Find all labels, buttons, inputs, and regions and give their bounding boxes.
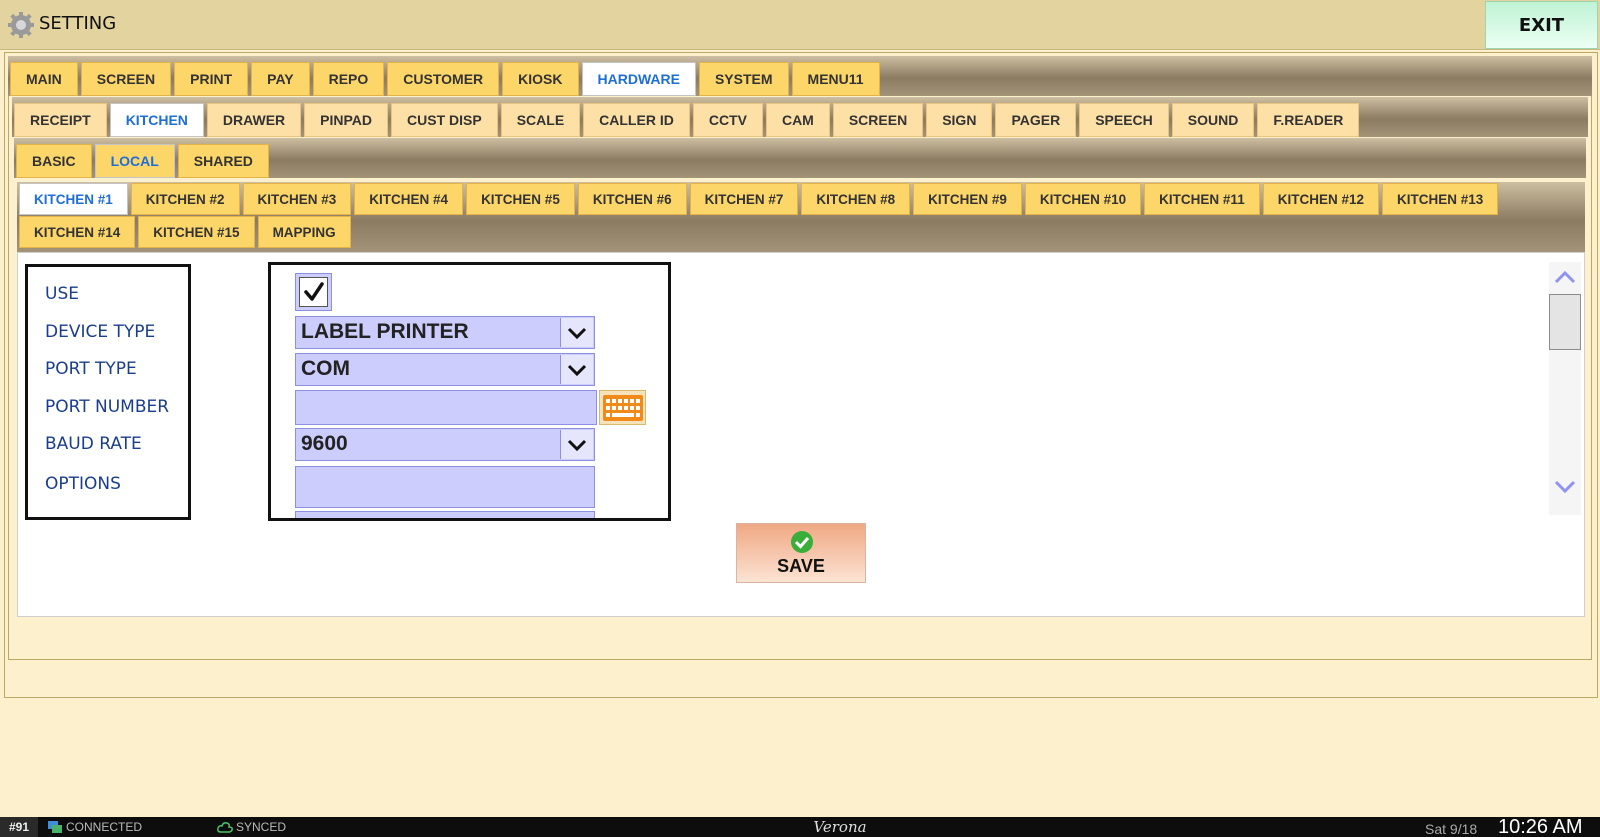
tab-hw-drawer[interactable]: DRAWER bbox=[206, 103, 302, 137]
tab-print[interactable]: PRINT bbox=[174, 62, 249, 96]
tab-hw-kitchen[interactable]: KITCHEN bbox=[109, 103, 204, 137]
status-date: Sat 9/18 bbox=[1425, 821, 1478, 837]
tab-kitchen-8[interactable]: KITCHEN #8 bbox=[801, 183, 911, 215]
tab-kitchen-10[interactable]: KITCHEN #10 bbox=[1024, 183, 1142, 215]
tab-screen[interactable]: SCREEN bbox=[80, 62, 172, 96]
tab-mapping[interactable]: MAPPING bbox=[257, 216, 351, 248]
checkmark-icon bbox=[303, 282, 324, 301]
use-label: USE bbox=[45, 284, 79, 304]
tab-hw-scale[interactable]: SCALE bbox=[500, 103, 581, 137]
tab-kitchen-14[interactable]: KITCHEN #14 bbox=[19, 216, 136, 248]
save-label: SAVE bbox=[777, 556, 825, 576]
status-time: 10:26 AM bbox=[1498, 816, 1583, 837]
kitchen-mode-tab-bar: BASIC LOCAL SHARED bbox=[14, 138, 1586, 178]
tab-kitchen-13[interactable]: KITCHEN #13 bbox=[1381, 183, 1499, 215]
tab-hw-caller-id[interactable]: CALLER ID bbox=[583, 103, 690, 137]
tab-mode-local[interactable]: LOCAL bbox=[94, 144, 175, 178]
options-input[interactable] bbox=[295, 466, 595, 508]
tab-kitchen-6[interactable]: KITCHEN #6 bbox=[577, 183, 687, 215]
chevron-down-icon[interactable] bbox=[560, 430, 593, 459]
title-bar: SETTING EXIT bbox=[0, 0, 1600, 50]
next-field-partial bbox=[295, 511, 595, 518]
device-type-label: DEVICE TYPE bbox=[45, 322, 156, 342]
tab-hw-speech[interactable]: SPEECH bbox=[1079, 103, 1169, 137]
tab-kitchen-7[interactable]: KITCHEN #7 bbox=[689, 183, 799, 215]
chevron-down-icon[interactable] bbox=[560, 318, 593, 347]
kitchen-tab-bar: KITCHEN #1 KITCHEN #2 KITCHEN #3 KITCHEN #4… bbox=[17, 182, 1585, 252]
tab-customer[interactable]: CUSTOMER bbox=[387, 62, 500, 96]
chevron-down-icon[interactable] bbox=[1554, 480, 1576, 494]
port-number-label: PORT NUMBER bbox=[45, 397, 170, 417]
tab-hw-screen[interactable]: SCREEN bbox=[832, 103, 924, 137]
scroll-thumb[interactable] bbox=[1549, 294, 1581, 350]
use-checkbox[interactable] bbox=[295, 273, 332, 311]
port-type-value: COM bbox=[301, 357, 350, 380]
options-label: OPTIONS bbox=[45, 474, 121, 494]
brand-name: Verona bbox=[813, 818, 867, 836]
tab-menu11[interactable]: MENU11 bbox=[791, 62, 880, 96]
tab-hw-f-reader[interactable]: F.READER bbox=[1257, 103, 1360, 137]
tab-kitchen-12[interactable]: KITCHEN #12 bbox=[1262, 183, 1379, 215]
tab-hw-pinpad[interactable]: PINPAD bbox=[304, 103, 389, 137]
scrollbar[interactable] bbox=[1549, 262, 1581, 515]
device-type-value: LABEL PRINTER bbox=[301, 320, 469, 343]
tab-mode-shared[interactable]: SHARED bbox=[177, 144, 269, 178]
tab-kitchen-3[interactable]: KITCHEN #3 bbox=[242, 183, 352, 215]
gear-icon bbox=[8, 12, 34, 38]
device-type-select[interactable]: LABEL PRINTER bbox=[295, 316, 595, 349]
tab-hw-cctv[interactable]: CCTV bbox=[692, 103, 763, 137]
tab-kitchen-4[interactable]: KITCHEN #4 bbox=[354, 183, 464, 215]
keyboard-button[interactable] bbox=[599, 390, 646, 425]
check-circle-icon bbox=[791, 531, 813, 553]
baud-rate-label: BAUD RATE bbox=[45, 434, 142, 454]
keyboard-icon bbox=[602, 394, 643, 421]
tab-kitchen-9[interactable]: KITCHEN #9 bbox=[913, 183, 1022, 215]
window-title: SETTING bbox=[39, 13, 117, 34]
tab-kitchen-2[interactable]: KITCHEN #2 bbox=[130, 183, 240, 215]
tab-kitchen-15[interactable]: KITCHEN #15 bbox=[138, 216, 255, 248]
tab-hw-sign[interactable]: SIGN bbox=[926, 103, 993, 137]
port-type-label: PORT TYPE bbox=[45, 359, 137, 379]
labels-panel: USE DEVICE TYPE PORT TYPE PORT NUMBER BA… bbox=[25, 264, 191, 520]
exit-button[interactable]: EXIT bbox=[1485, 1, 1598, 49]
tab-mode-basic[interactable]: BASIC bbox=[16, 144, 92, 178]
port-type-select[interactable]: COM bbox=[295, 353, 595, 386]
save-button[interactable]: SAVE bbox=[736, 523, 866, 583]
tab-hw-sound[interactable]: SOUND bbox=[1171, 103, 1255, 137]
hardware-tab-bar: RECEIPT KITCHEN DRAWER PINPAD CUST DISP SCALE… bbox=[12, 97, 1588, 137]
baud-rate-select[interactable]: 9600 bbox=[295, 428, 595, 461]
tab-kiosk[interactable]: KIOSK bbox=[502, 62, 579, 96]
tab-hw-cust-disp[interactable]: CUST DISP bbox=[391, 103, 498, 137]
tab-hardware[interactable]: HARDWARE bbox=[581, 62, 696, 96]
tab-system[interactable]: SYSTEM bbox=[698, 62, 789, 96]
chevron-down-icon[interactable] bbox=[560, 355, 593, 384]
main-tab-bar: MAIN SCREEN PRINT PAY REPO CUSTOMER KIOSK HARDW… bbox=[8, 56, 1592, 96]
tab-kitchen-5[interactable]: KITCHEN #5 bbox=[466, 183, 575, 215]
tab-hw-cam[interactable]: CAM bbox=[765, 103, 830, 137]
tab-hw-pager[interactable]: PAGER bbox=[995, 103, 1077, 137]
fields-panel: LABEL PRINTER COM 9600 bbox=[268, 262, 671, 521]
tab-pay[interactable]: PAY bbox=[251, 62, 310, 96]
tab-repo[interactable]: REPO bbox=[312, 62, 385, 96]
tab-hw-receipt[interactable]: RECEIPT bbox=[14, 103, 107, 137]
baud-rate-value: 9600 bbox=[301, 432, 348, 455]
status-bar: #91 CONNECTED SYNCED Verona Sat 9/18 10:… bbox=[0, 816, 1600, 837]
tab-kitchen-1[interactable]: KITCHEN #1 bbox=[19, 183, 128, 215]
chevron-up-icon[interactable] bbox=[1554, 270, 1576, 284]
tab-main[interactable]: MAIN bbox=[10, 62, 78, 96]
port-number-input[interactable] bbox=[295, 390, 597, 425]
tab-kitchen-11[interactable]: KITCHEN #11 bbox=[1144, 183, 1260, 215]
